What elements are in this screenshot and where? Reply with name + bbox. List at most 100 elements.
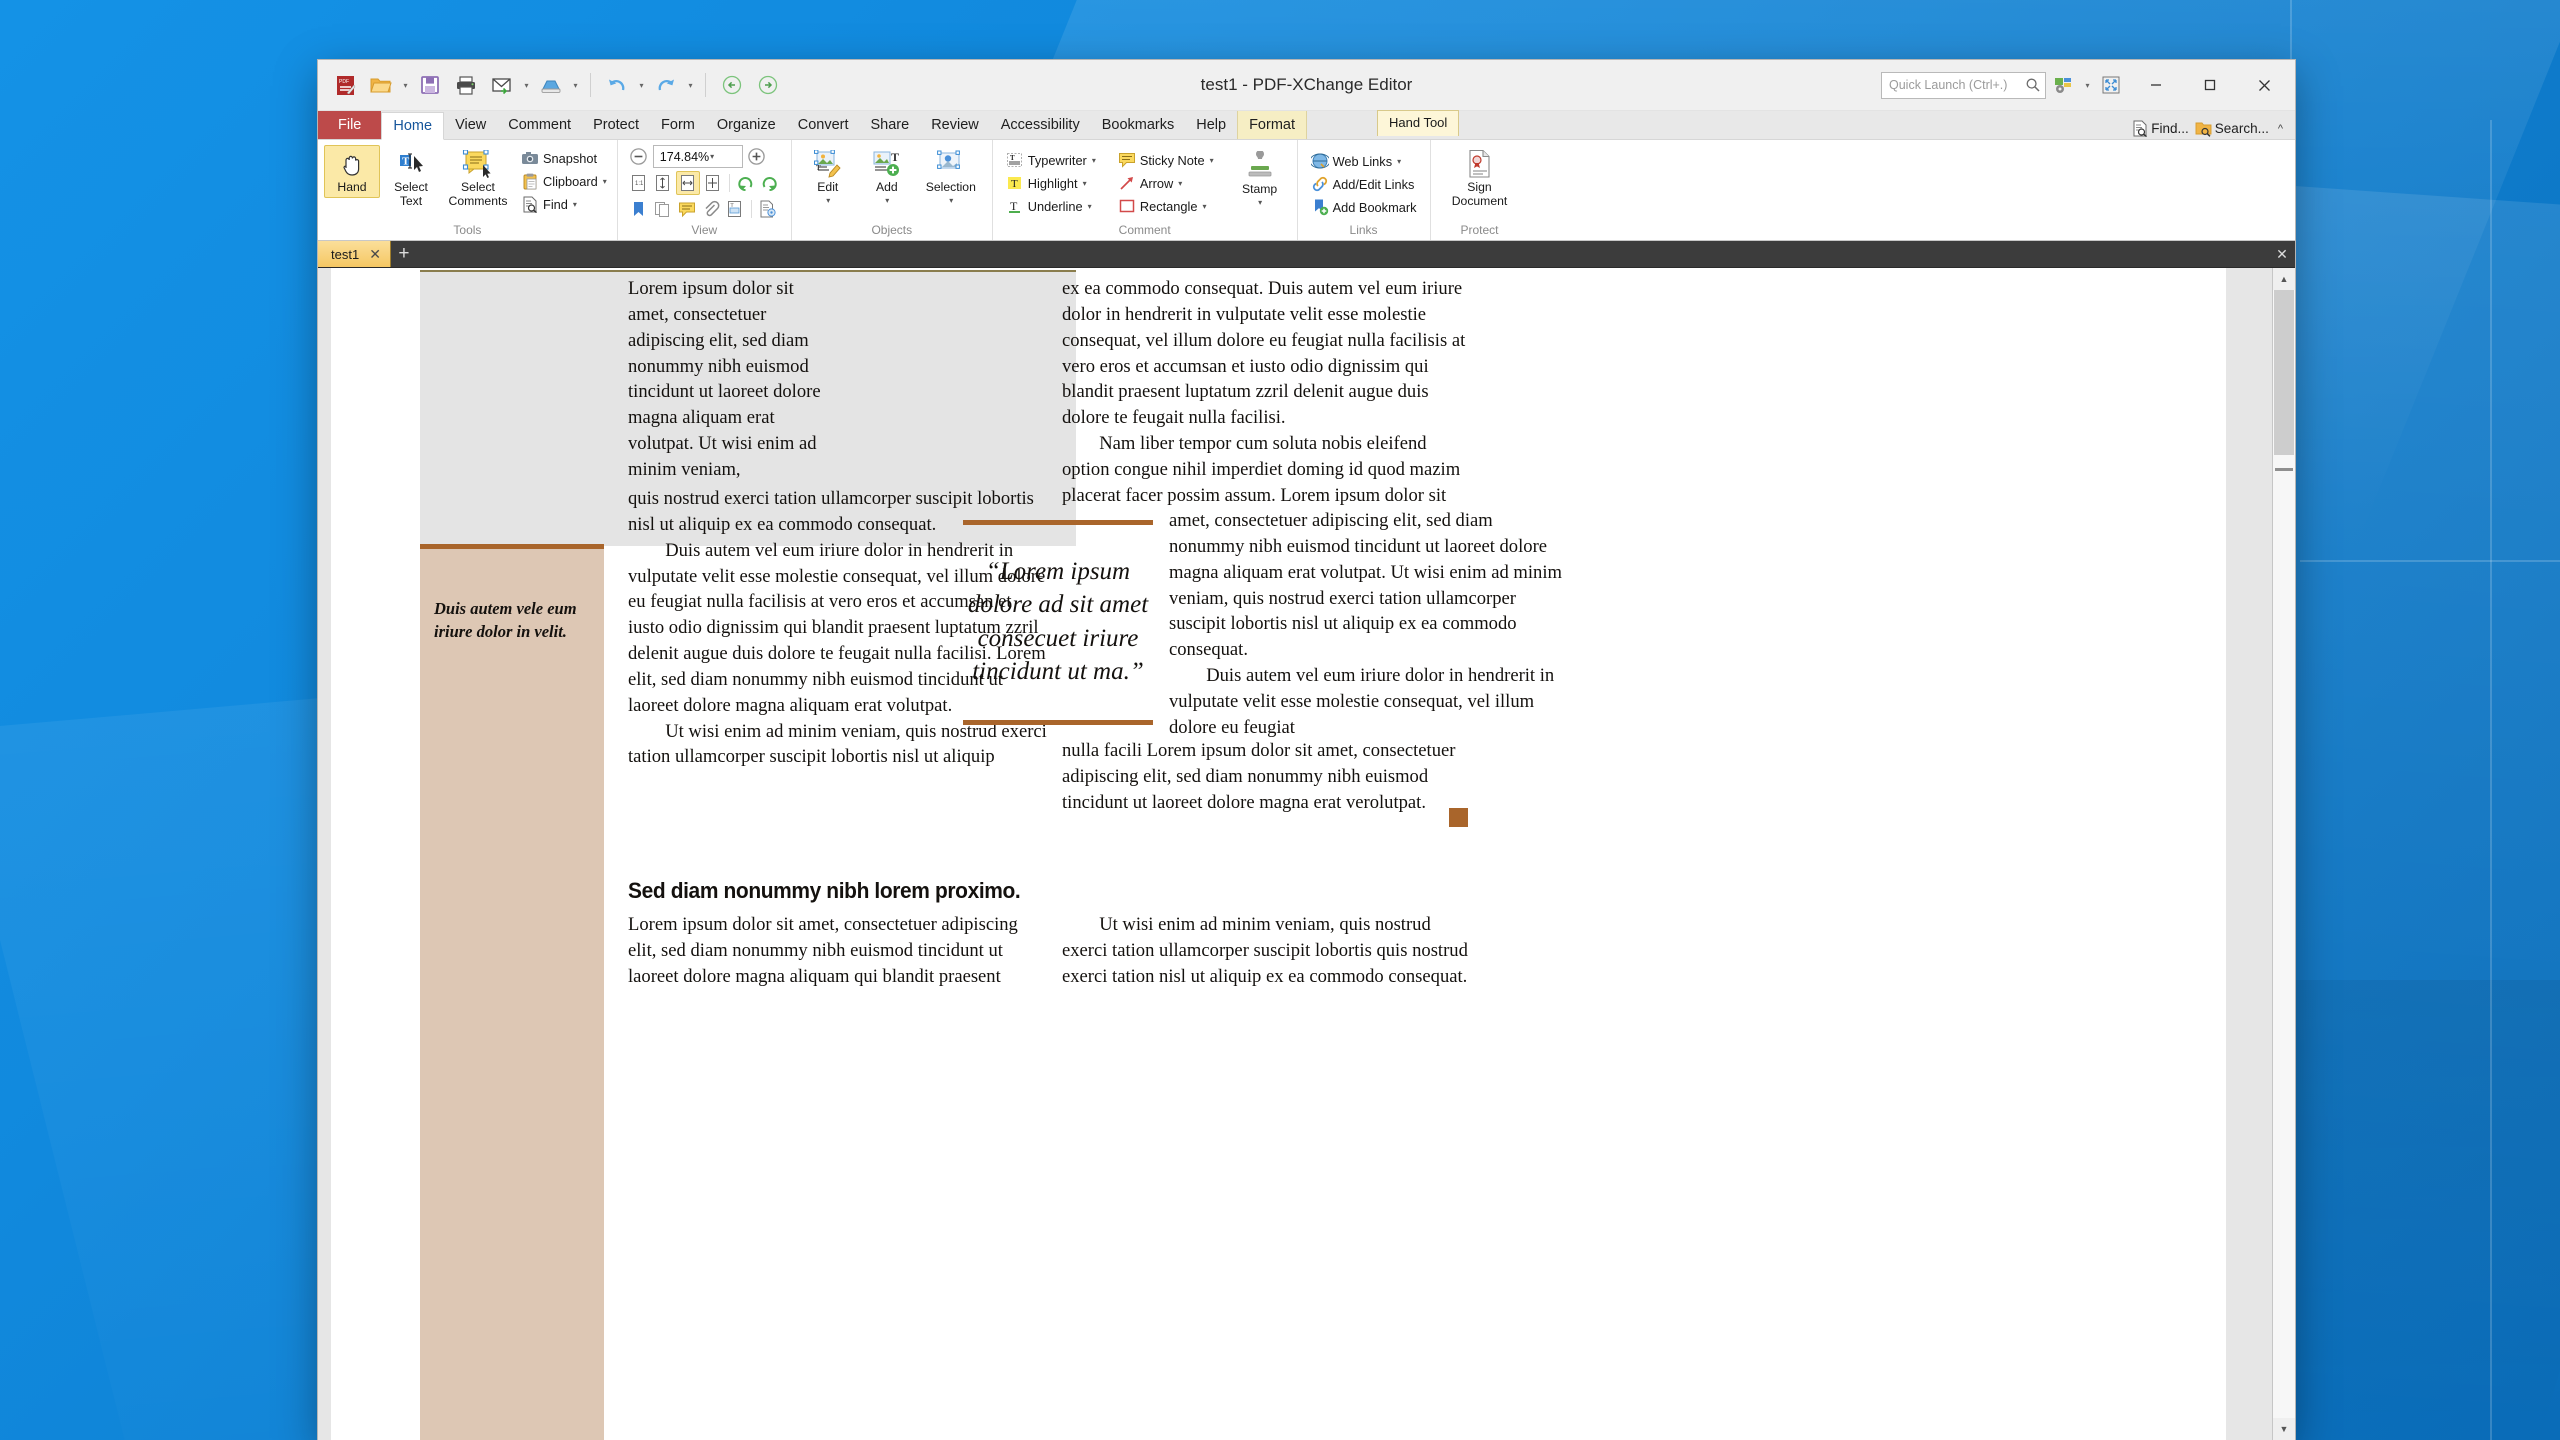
web-links-button[interactable]: Web Links ▾ xyxy=(1307,150,1421,172)
redo-dropdown-icon[interactable]: ▾ xyxy=(685,81,696,90)
hand-tool-button[interactable]: Hand xyxy=(324,145,380,198)
comments-panel-button[interactable] xyxy=(676,198,698,220)
highlight-dropdown-icon[interactable]: ▾ xyxy=(1083,179,1087,188)
document-tab-close-icon[interactable]: ✕ xyxy=(369,246,381,263)
fit-width-button[interactable] xyxy=(675,171,700,195)
select-comments-button[interactable]: Select Comments xyxy=(442,145,514,211)
close-button[interactable] xyxy=(2237,64,2291,106)
new-tab-button[interactable]: + xyxy=(391,241,417,267)
underline-dropdown-icon[interactable]: ▾ xyxy=(1088,202,1092,211)
ui-customize-dropdown-icon[interactable]: ▾ xyxy=(2082,81,2093,90)
sticky-note-dropdown-icon[interactable]: ▾ xyxy=(1210,156,1214,165)
minimize-button[interactable] xyxy=(2129,64,2183,106)
fit-page-button[interactable] xyxy=(652,172,674,194)
forward-icon[interactable] xyxy=(751,68,785,102)
add-object-button[interactable]: T Add ▾ xyxy=(859,145,915,209)
tab-bookmarks[interactable]: Bookmarks xyxy=(1091,111,1186,139)
tab-protect[interactable]: Protect xyxy=(582,111,650,139)
vertical-scrollbar[interactable]: ▲ ▼ xyxy=(2272,268,2295,1440)
arrow-dropdown-icon[interactable]: ▾ xyxy=(1178,179,1182,188)
highlight-button[interactable]: T Highlight ▾ xyxy=(1002,172,1100,194)
ui-customize-icon[interactable] xyxy=(2046,67,2082,103)
quick-launch-input[interactable]: Quick Launch (Ctrl+.) xyxy=(1881,71,2046,99)
tab-help[interactable]: Help xyxy=(1185,111,1237,139)
scrollbar-thumb[interactable] xyxy=(2274,290,2294,455)
scan-icon[interactable] xyxy=(534,68,568,102)
tab-format[interactable]: Format xyxy=(1237,111,1307,139)
email-dropdown-icon[interactable]: ▾ xyxy=(521,81,532,90)
zoom-level-input[interactable]: 174.84% ▾ xyxy=(652,145,743,168)
select-text-button[interactable]: T Select Text xyxy=(383,145,439,211)
tab-file[interactable]: File xyxy=(318,111,382,139)
rotate-right-button[interactable] xyxy=(759,172,781,194)
maximize-button[interactable] xyxy=(2183,64,2237,106)
rectangle-dropdown-icon[interactable]: ▾ xyxy=(1202,202,1206,211)
email-icon[interactable] xyxy=(485,68,519,102)
edit-dropdown-icon[interactable]: ▾ xyxy=(826,196,830,206)
fields-panel-button[interactable]: T xyxy=(724,198,746,220)
attachments-panel-button[interactable] xyxy=(700,198,722,220)
app-logo-icon[interactable]: PDF xyxy=(328,68,362,102)
tab-share[interactable]: Share xyxy=(860,111,921,139)
tab-home[interactable]: Home xyxy=(381,112,445,140)
actual-size-button[interactable]: 1:1 xyxy=(628,172,650,194)
save-file-icon[interactable] xyxy=(413,68,447,102)
selection-object-button[interactable]: Selection ▾ xyxy=(918,145,984,209)
tab-organize[interactable]: Organize xyxy=(706,111,787,139)
arrow-button[interactable]: Arrow ▾ xyxy=(1114,172,1218,194)
tab-convert[interactable]: Convert xyxy=(787,111,860,139)
pdf-page[interactable]: Duis autem vele eum iriure dolor in veli… xyxy=(331,268,2226,1440)
typewriter-dropdown-icon[interactable]: ▾ xyxy=(1092,156,1096,165)
snapshot-button[interactable]: Snapshot xyxy=(517,147,611,169)
find-link[interactable]: Find... xyxy=(2132,120,2189,137)
selection-dropdown-icon[interactable]: ▾ xyxy=(949,196,953,206)
tab-review[interactable]: Review xyxy=(920,111,990,139)
document-tab-test1[interactable]: test1 ✕ xyxy=(318,241,391,267)
bookmarks-panel-button[interactable] xyxy=(628,198,650,220)
zoom-in-button[interactable] xyxy=(746,146,768,168)
undo-icon[interactable] xyxy=(600,68,634,102)
close-document-button[interactable]: ✕ xyxy=(2269,241,2295,267)
clipboard-dropdown-icon[interactable]: ▾ xyxy=(603,177,607,186)
sticky-note-button[interactable]: Sticky Note ▾ xyxy=(1114,149,1218,171)
zoom-out-button[interactable] xyxy=(628,146,650,168)
add-bookmark-button[interactable]: Add Bookmark xyxy=(1307,196,1421,218)
document-properties-button[interactable] xyxy=(757,198,779,220)
rotate-left-button[interactable] xyxy=(735,172,757,194)
scroll-up-button[interactable]: ▲ xyxy=(2273,268,2295,290)
underline-button[interactable]: T Underline ▾ xyxy=(1002,195,1100,217)
back-icon[interactable] xyxy=(715,68,749,102)
scrollbar-track[interactable] xyxy=(2273,290,2295,1418)
collapse-ribbon-chevron-icon[interactable]: ^ xyxy=(2275,123,2286,135)
web-links-dropdown-icon[interactable]: ▾ xyxy=(1397,157,1401,166)
scroll-down-button[interactable]: ▼ xyxy=(2273,1418,2295,1440)
fullscreen-icon[interactable] xyxy=(2093,67,2129,103)
add-edit-links-button[interactable]: Add/Edit Links xyxy=(1307,173,1421,195)
open-file-dropdown-icon[interactable]: ▾ xyxy=(400,81,411,90)
typewriter-button[interactable]: T Typewriter ▾ xyxy=(1002,149,1100,171)
rectangle-button[interactable]: Rectangle ▾ xyxy=(1114,195,1218,217)
document-viewer[interactable]: Duis autem vele eum iriure dolor in veli… xyxy=(318,267,2295,1440)
add-dropdown-icon[interactable]: ▾ xyxy=(885,196,889,206)
fit-visible-button[interactable] xyxy=(702,172,724,194)
tab-accessibility[interactable]: Accessibility xyxy=(990,111,1091,139)
edit-object-button[interactable]: T Edit ▾ xyxy=(800,145,856,209)
find-dropdown-icon[interactable]: ▾ xyxy=(573,200,577,209)
open-file-icon[interactable] xyxy=(364,68,398,102)
search-link[interactable]: Search... xyxy=(2195,120,2269,137)
tab-view[interactable]: View xyxy=(444,111,497,139)
stamp-dropdown-icon[interactable]: ▾ xyxy=(1258,198,1262,208)
tab-form[interactable]: Form xyxy=(650,111,706,139)
tab-comment[interactable]: Comment xyxy=(497,111,582,139)
zoom-dropdown-icon[interactable]: ▾ xyxy=(710,152,740,161)
find-button[interactable]: Find ▾ xyxy=(517,193,611,215)
thumbnails-panel-button[interactable] xyxy=(652,198,674,220)
scan-dropdown-icon[interactable]: ▾ xyxy=(570,81,581,90)
ribbon-tab-strip: File Home View Comment Protect Form Orga… xyxy=(318,111,2295,140)
redo-icon[interactable] xyxy=(649,68,683,102)
undo-dropdown-icon[interactable]: ▾ xyxy=(636,81,647,90)
sign-document-button[interactable]: Sign Document xyxy=(1442,145,1518,211)
clipboard-button[interactable]: Clipboard ▾ xyxy=(517,170,611,192)
stamp-button[interactable]: Stamp ▾ xyxy=(1232,147,1288,211)
print-icon[interactable] xyxy=(449,68,483,102)
